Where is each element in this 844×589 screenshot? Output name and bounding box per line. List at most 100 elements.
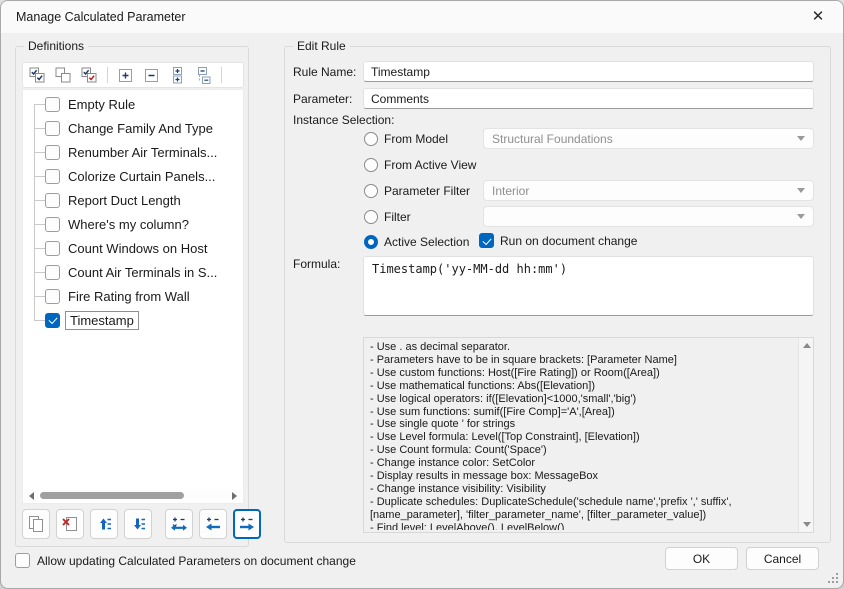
tree-item[interactable]: Timestamp [23, 308, 243, 332]
rule-checkbox[interactable] [45, 121, 60, 136]
scrollbar-thumb[interactable] [40, 492, 184, 499]
cancel-button[interactable]: Cancel [746, 547, 819, 570]
delete-rule-button[interactable] [56, 509, 84, 539]
radio-label: From Active View [384, 158, 476, 172]
duplicate-rule-button[interactable] [22, 509, 50, 539]
scroll-right-arrow-icon[interactable] [232, 492, 237, 500]
move-up-button[interactable] [90, 509, 118, 539]
rule-checkbox[interactable] [45, 145, 60, 160]
radio-icon[interactable] [364, 235, 378, 249]
expand-button[interactable] [115, 65, 136, 85]
ok-button[interactable]: OK [665, 547, 738, 570]
collapse-button[interactable] [141, 65, 162, 85]
rule-name-input[interactable] [363, 61, 814, 82]
tree-item[interactable]: Count Air Terminals in S... [23, 260, 243, 284]
radio-from-model[interactable]: From Model [364, 131, 448, 147]
toolbar-separator [221, 67, 222, 83]
formula-help-line: - Duplicate schedules: DuplicateSchedule… [370, 496, 795, 509]
tree-item-label: Timestamp [65, 311, 139, 330]
radio-icon[interactable] [364, 184, 378, 198]
tree-item-label: Report Duct Length [68, 193, 181, 208]
definitions-group-label: Definitions [24, 39, 88, 53]
tree-item[interactable]: Where's my column? [23, 212, 243, 236]
tree-item[interactable]: Renumber Air Terminals... [23, 140, 243, 164]
allow-updating-checkbox[interactable]: Allow updating Calculated Parameters on … [15, 553, 356, 568]
radio-filter[interactable]: Filter [364, 209, 411, 225]
radio-label: From Model [384, 132, 448, 146]
move-down-icon [129, 515, 147, 533]
expand-all-button[interactable] [167, 65, 188, 85]
rule-checkbox[interactable] [45, 289, 60, 304]
parameter-input[interactable] [363, 88, 814, 109]
formula-help-line: - Parameters have to be in square bracke… [370, 354, 795, 367]
delete-icon [61, 515, 79, 533]
tree-item[interactable]: Empty Rule [23, 92, 243, 116]
instance-selection-label: Instance Selection: [293, 113, 394, 127]
formula-help-line: - Change instance color: SetColor [370, 457, 795, 470]
run-on-document-change-checkbox[interactable]: Run on document change [479, 233, 637, 248]
checkbox-icon[interactable] [479, 233, 494, 248]
radio-label: Filter [384, 210, 411, 224]
tree-item[interactable]: Fire Rating from Wall [23, 284, 243, 308]
resize-grip[interactable] [828, 573, 838, 583]
definitions-check-toolbar [22, 62, 244, 88]
vertical-scrollbar[interactable] [798, 338, 813, 532]
close-button[interactable]: ✕ [802, 6, 834, 28]
export-rules-button[interactable] [233, 509, 261, 539]
radio-icon[interactable] [364, 158, 378, 172]
transfer-calc-icon [170, 515, 188, 533]
tree-item[interactable]: Report Duct Length [23, 188, 243, 212]
tree-item-label: Count Air Terminals in S... [68, 265, 217, 280]
export-icon [238, 515, 256, 533]
horizontal-scrollbar[interactable] [24, 489, 242, 502]
tree-item-label: Renumber Air Terminals... [68, 145, 217, 160]
parameter-filter-dropdown[interactable]: Interior [483, 180, 814, 201]
tree-item[interactable]: Change Family And Type [23, 116, 243, 140]
check-all-icon [29, 67, 46, 84]
rule-checkbox[interactable] [45, 97, 60, 112]
window-title: Manage Calculated Parameter [16, 10, 186, 24]
title-bar[interactable]: Manage Calculated Parameter ✕ [1, 1, 843, 33]
import-rules-button[interactable] [199, 509, 227, 539]
radio-active-selection[interactable]: Active Selection [364, 234, 469, 250]
parameter-label: Parameter: [293, 92, 352, 106]
rule-checkbox[interactable] [45, 265, 60, 280]
scroll-up-arrow-icon[interactable] [803, 343, 811, 348]
tree-item-label: Count Windows on Host [68, 241, 207, 256]
rules-list[interactable]: Empty Rule Change Family And Type Renumb… [22, 89, 244, 504]
rule-checkbox[interactable] [45, 217, 60, 232]
scroll-left-arrow-icon[interactable] [29, 492, 34, 500]
formula-help-line: - Display results in message box: Messag… [370, 470, 795, 483]
formula-input[interactable]: Timestamp('yy-MM-dd hh:mm') [363, 256, 814, 316]
radio-parameter-filter[interactable]: Parameter Filter [364, 183, 470, 199]
move-down-button[interactable] [124, 509, 152, 539]
rule-checkbox[interactable] [45, 313, 60, 328]
check-modified-button[interactable] [79, 65, 100, 85]
rule-checkbox[interactable] [45, 169, 60, 184]
check-all-button[interactable] [27, 65, 48, 85]
filter-dropdown[interactable] [483, 206, 814, 227]
tree-item[interactable]: Count Windows on Host [23, 236, 243, 260]
expand-all-icon [170, 67, 185, 84]
tree-item-label: Colorize Curtain Panels... [68, 169, 215, 184]
dropdown-value: Structural Foundations [492, 132, 613, 146]
radio-icon[interactable] [364, 210, 378, 224]
radio-icon[interactable] [364, 132, 378, 146]
transfer-rules-button[interactable] [165, 509, 193, 539]
tree-item[interactable]: Colorize Curtain Panels... [23, 164, 243, 188]
uncheck-all-button[interactable] [53, 65, 74, 85]
rule-checkbox[interactable] [45, 241, 60, 256]
checkbox-icon[interactable] [15, 553, 30, 568]
chevron-down-icon [797, 136, 805, 141]
formula-help-line: - Use single quote ' for strings [370, 418, 795, 431]
formula-help-line: - Use mathematical functions: Abs([Eleva… [370, 380, 795, 393]
collapse-all-button[interactable] [193, 65, 214, 85]
radio-label: Active Selection [384, 235, 469, 249]
rules-tree: Empty Rule Change Family And Type Renumb… [23, 92, 243, 332]
formula-label: Formula: [293, 257, 340, 271]
scroll-down-arrow-icon[interactable] [803, 522, 811, 527]
rule-checkbox[interactable] [45, 193, 60, 208]
from-model-dropdown[interactable]: Structural Foundations [483, 128, 814, 149]
radio-from-active-view[interactable]: From Active View [364, 157, 476, 173]
formula-help-line: - Use . as decimal separator. [370, 341, 795, 354]
